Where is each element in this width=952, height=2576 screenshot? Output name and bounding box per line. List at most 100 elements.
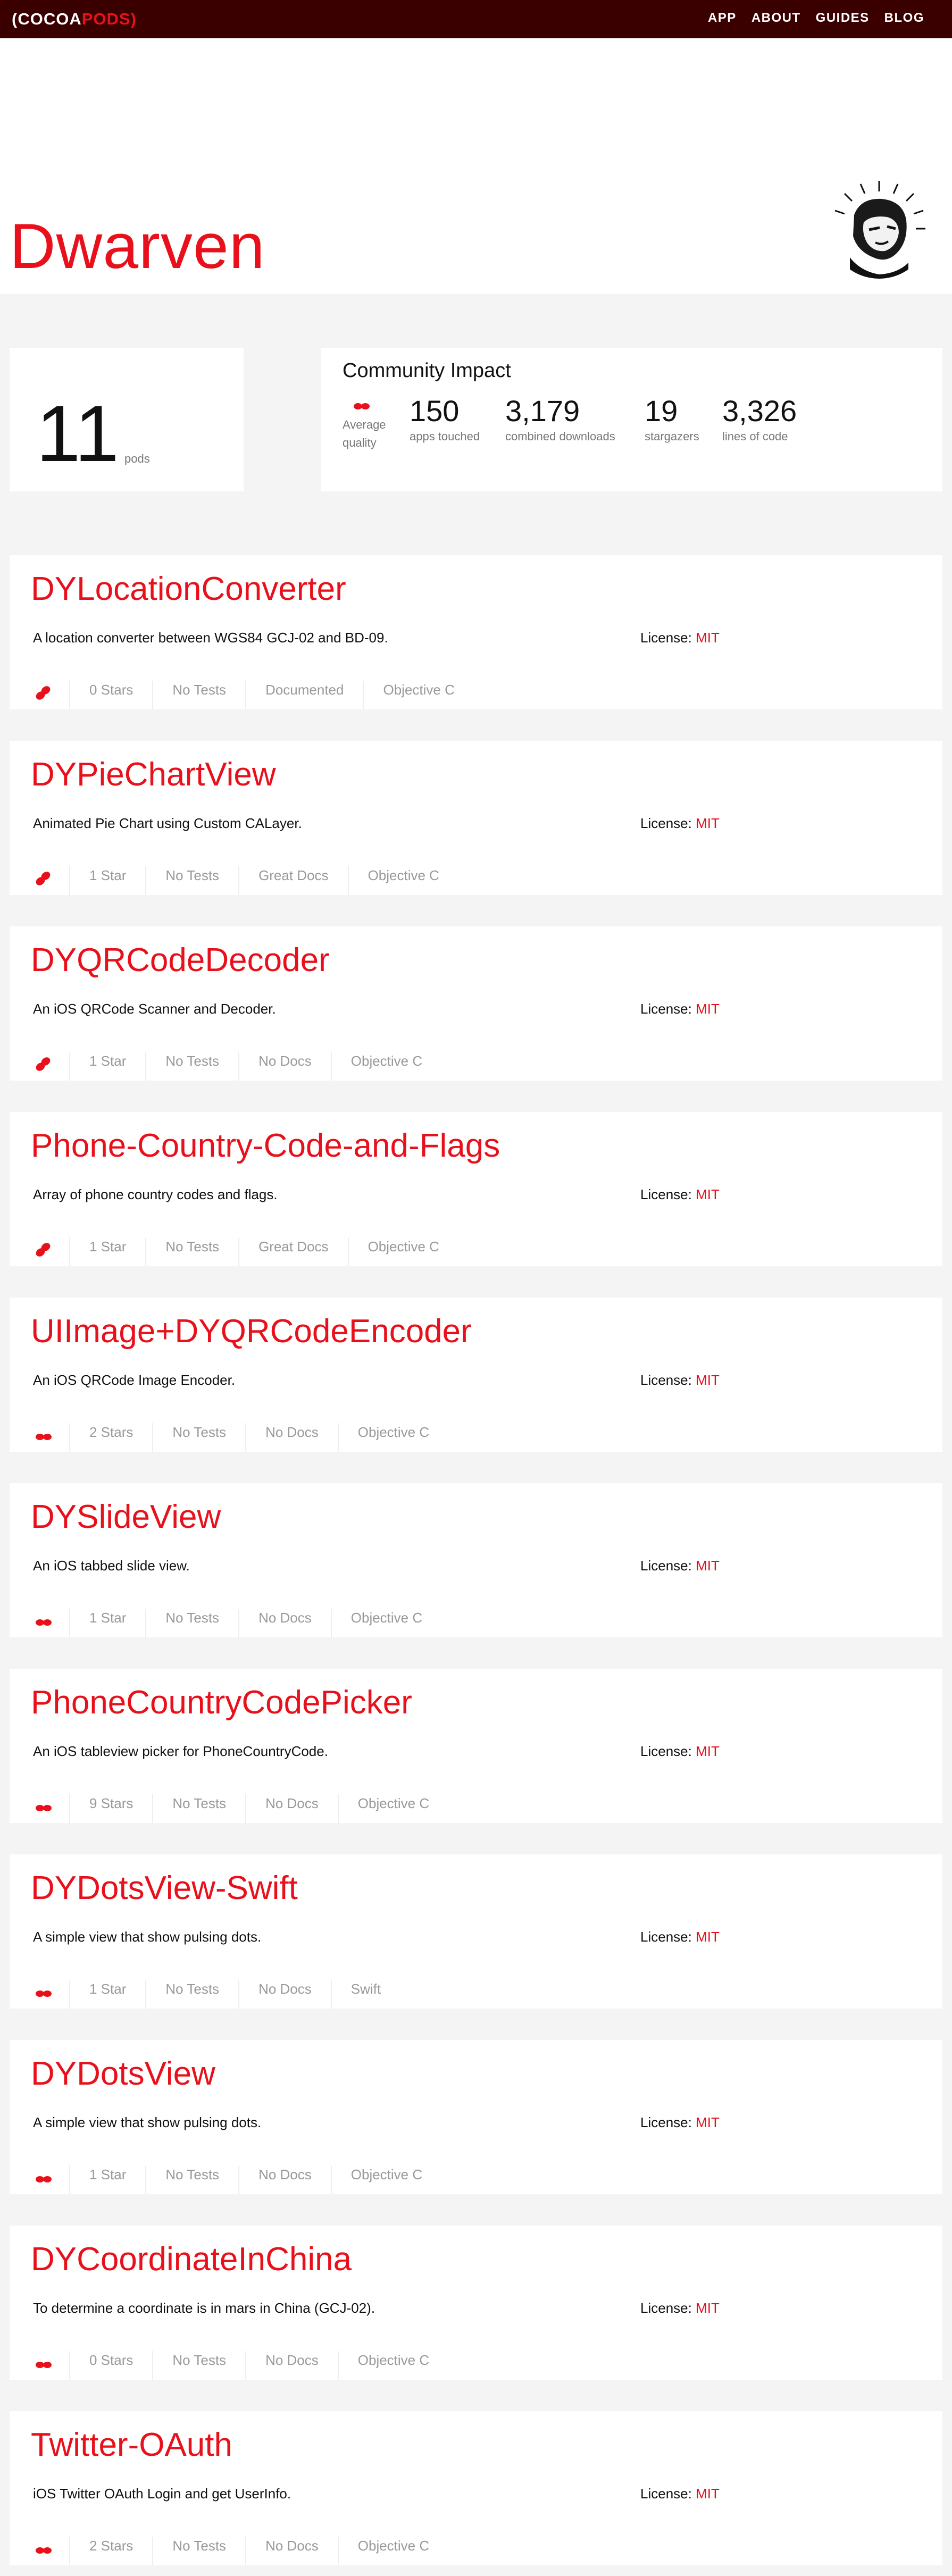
stat-value: 3,326 xyxy=(722,394,797,428)
stat-value: 3,179 xyxy=(505,394,580,428)
pod-license: License: MIT xyxy=(640,815,720,832)
pod-name-link[interactable]: DYPieChartView xyxy=(31,756,276,793)
pod-card-dylocationconverter: DYLocationConverter A location converter… xyxy=(10,555,942,709)
pod-license-label: License: xyxy=(640,1372,692,1388)
quality-medium-icon[interactable] xyxy=(33,1796,54,1818)
pod-stars: 0 Stars xyxy=(69,2351,152,2380)
pod-name-link[interactable]: DYCoordinateInChina xyxy=(31,2240,352,2278)
quality-medium-icon[interactable] xyxy=(33,1611,54,1632)
logo-text-left: (COCOA xyxy=(12,10,82,28)
pod-docs: Documented xyxy=(245,681,363,709)
quality-high-icon[interactable] xyxy=(33,1054,54,1075)
pod-tests: No Tests xyxy=(152,1423,245,1452)
nav-link-app[interactable]: APP xyxy=(708,11,737,26)
stat-label: apps touched xyxy=(410,429,480,443)
pod-card-uiimage-dyqrcodeencoder: UIImage+DYQRCodeEncoder An iOS QRCode Im… xyxy=(10,1298,942,1452)
pod-license-link[interactable]: MIT xyxy=(696,1186,720,1202)
pod-card-phonecountrycodepicker: PhoneCountryCodePicker An iOS tableview … xyxy=(10,1669,942,1823)
pod-license-label: License: xyxy=(640,2486,692,2502)
quality-medium-icon[interactable] xyxy=(33,2168,54,2189)
pod-description: An iOS tabbed slide view. xyxy=(33,1558,190,1574)
pod-license-link[interactable]: MIT xyxy=(696,1372,720,1388)
cocoapods-logo[interactable]: (COCOAPODS) xyxy=(12,10,137,29)
pod-license-label: License: xyxy=(640,2300,692,2316)
stat-combined-downloads: 3,179 combined downloads xyxy=(505,395,615,444)
quality-medium-icon[interactable] xyxy=(33,1982,54,2003)
pod-name-link[interactable]: DYDotsView xyxy=(31,2055,215,2093)
pod-description: To determine a coordinate is in mars in … xyxy=(33,2300,375,2316)
pod-name-link[interactable]: Twitter-OAuth xyxy=(31,2426,232,2464)
pod-name-link[interactable]: PhoneCountryCodePicker xyxy=(31,1684,412,1721)
pod-card-dydotsview: DYDotsView A simple view that show pulsi… xyxy=(10,2040,942,2194)
pod-metadata: 1 Star No Tests No Docs Swift xyxy=(33,1980,400,2009)
quality-medium-icon[interactable] xyxy=(33,2539,54,2560)
pod-name-link[interactable]: DYDotsView-Swift xyxy=(31,1869,298,1907)
pod-tests: No Tests xyxy=(152,2351,245,2380)
quality-high-icon[interactable] xyxy=(33,868,54,890)
pod-name-link[interactable]: DYLocationConverter xyxy=(31,570,346,608)
pod-tests: No Tests xyxy=(145,1980,238,2009)
pod-description: iOS Twitter OAuth Login and get UserInfo… xyxy=(33,2486,291,2502)
pod-stars: 1 Star xyxy=(69,866,145,895)
pod-license-label: License: xyxy=(640,2114,692,2130)
pod-name-link[interactable]: DYSlideView xyxy=(31,1498,221,1536)
average-quality: Average quality xyxy=(343,401,401,452)
pod-license: License: MIT xyxy=(640,1558,720,1574)
pod-license-link[interactable]: MIT xyxy=(696,815,720,831)
pod-language: Objective C xyxy=(337,2351,448,2380)
pod-stars: 1 Star xyxy=(69,1052,145,1081)
quality-high-icon[interactable] xyxy=(33,1240,54,1261)
average-quality-label: Average quality xyxy=(343,418,386,449)
community-impact-card: Community Impact Average quality 150 app… xyxy=(321,348,942,491)
pod-language: Objective C xyxy=(330,1052,441,1081)
pod-tests: No Tests xyxy=(152,681,245,709)
pod-docs: No Docs xyxy=(238,1052,331,1081)
pod-metadata: 1 Star No Tests No Docs Objective C xyxy=(33,2165,441,2194)
pod-license-label: License: xyxy=(640,1929,692,1945)
quality-medium-icon[interactable] xyxy=(33,1425,54,1446)
pod-name-link[interactable]: UIImage+DYQRCodeEncoder xyxy=(31,1312,472,1350)
owner-header: Dwarven xyxy=(0,38,952,294)
pod-license-link[interactable]: MIT xyxy=(696,2300,720,2316)
pod-metadata: 1 Star No Tests Great Docs Objective C xyxy=(33,866,458,895)
pods-count-label: pods xyxy=(124,452,150,465)
pod-tests: No Tests xyxy=(145,1609,238,1637)
pod-name-link[interactable]: Phone-Country-Code-and-Flags xyxy=(31,1127,500,1165)
pod-language: Objective C xyxy=(337,1794,448,1823)
pod-docs: No Docs xyxy=(245,2351,338,2380)
pod-tests: No Tests xyxy=(145,1052,238,1081)
pod-description: A location converter between WGS84 GCJ-0… xyxy=(33,630,388,646)
stat-stargazers: 19 stargazers xyxy=(645,395,699,444)
stat-label: lines of code xyxy=(722,429,788,443)
pod-description: A simple view that show pulsing dots. xyxy=(33,2114,262,2130)
pod-license-link[interactable]: MIT xyxy=(696,630,720,646)
nav-link-about[interactable]: ABOUT xyxy=(751,11,801,26)
pod-license: License: MIT xyxy=(640,1372,720,1389)
pod-card-dycoordinateinchina: DYCoordinateInChina To determine a coord… xyxy=(10,2226,942,2380)
top-nav: (COCOAPODS) APP ABOUT GUIDES BLOG xyxy=(0,0,952,38)
pod-license: License: MIT xyxy=(640,1001,720,1017)
pod-license: License: MIT xyxy=(640,2486,720,2502)
pod-name-link[interactable]: DYQRCodeDecoder xyxy=(31,941,330,979)
pod-docs: No Docs xyxy=(238,2165,331,2194)
pod-stars: 1 Star xyxy=(69,1237,145,1266)
nav-link-blog[interactable]: BLOG xyxy=(884,11,924,26)
pod-license-link[interactable]: MIT xyxy=(696,2486,720,2502)
pod-language: Objective C xyxy=(337,1423,448,1452)
pod-license-link[interactable]: MIT xyxy=(696,2114,720,2130)
pod-license-link[interactable]: MIT xyxy=(696,1001,720,1017)
quality-medium-icon xyxy=(354,403,370,409)
pod-description: Animated Pie Chart using Custom CALayer. xyxy=(33,815,302,831)
quality-medium-icon[interactable] xyxy=(33,2353,54,2374)
pod-card-dydotsview-swift: DYDotsView-Swift A simple view that show… xyxy=(10,1854,942,2009)
pod-license-link[interactable]: MIT xyxy=(696,1558,720,1574)
pod-license-link[interactable]: MIT xyxy=(696,1929,720,1945)
pod-language: Objective C xyxy=(330,2165,441,2194)
pod-stars: 9 Stars xyxy=(69,1794,152,1823)
nav-link-guides[interactable]: GUIDES xyxy=(816,11,870,26)
pod-tests: No Tests xyxy=(152,2537,245,2565)
pod-license-link[interactable]: MIT xyxy=(696,1743,720,1759)
pod-tests: No Tests xyxy=(145,2165,238,2194)
quality-high-icon[interactable] xyxy=(33,683,54,704)
nav-links: APP ABOUT GUIDES BLOG xyxy=(708,11,924,26)
